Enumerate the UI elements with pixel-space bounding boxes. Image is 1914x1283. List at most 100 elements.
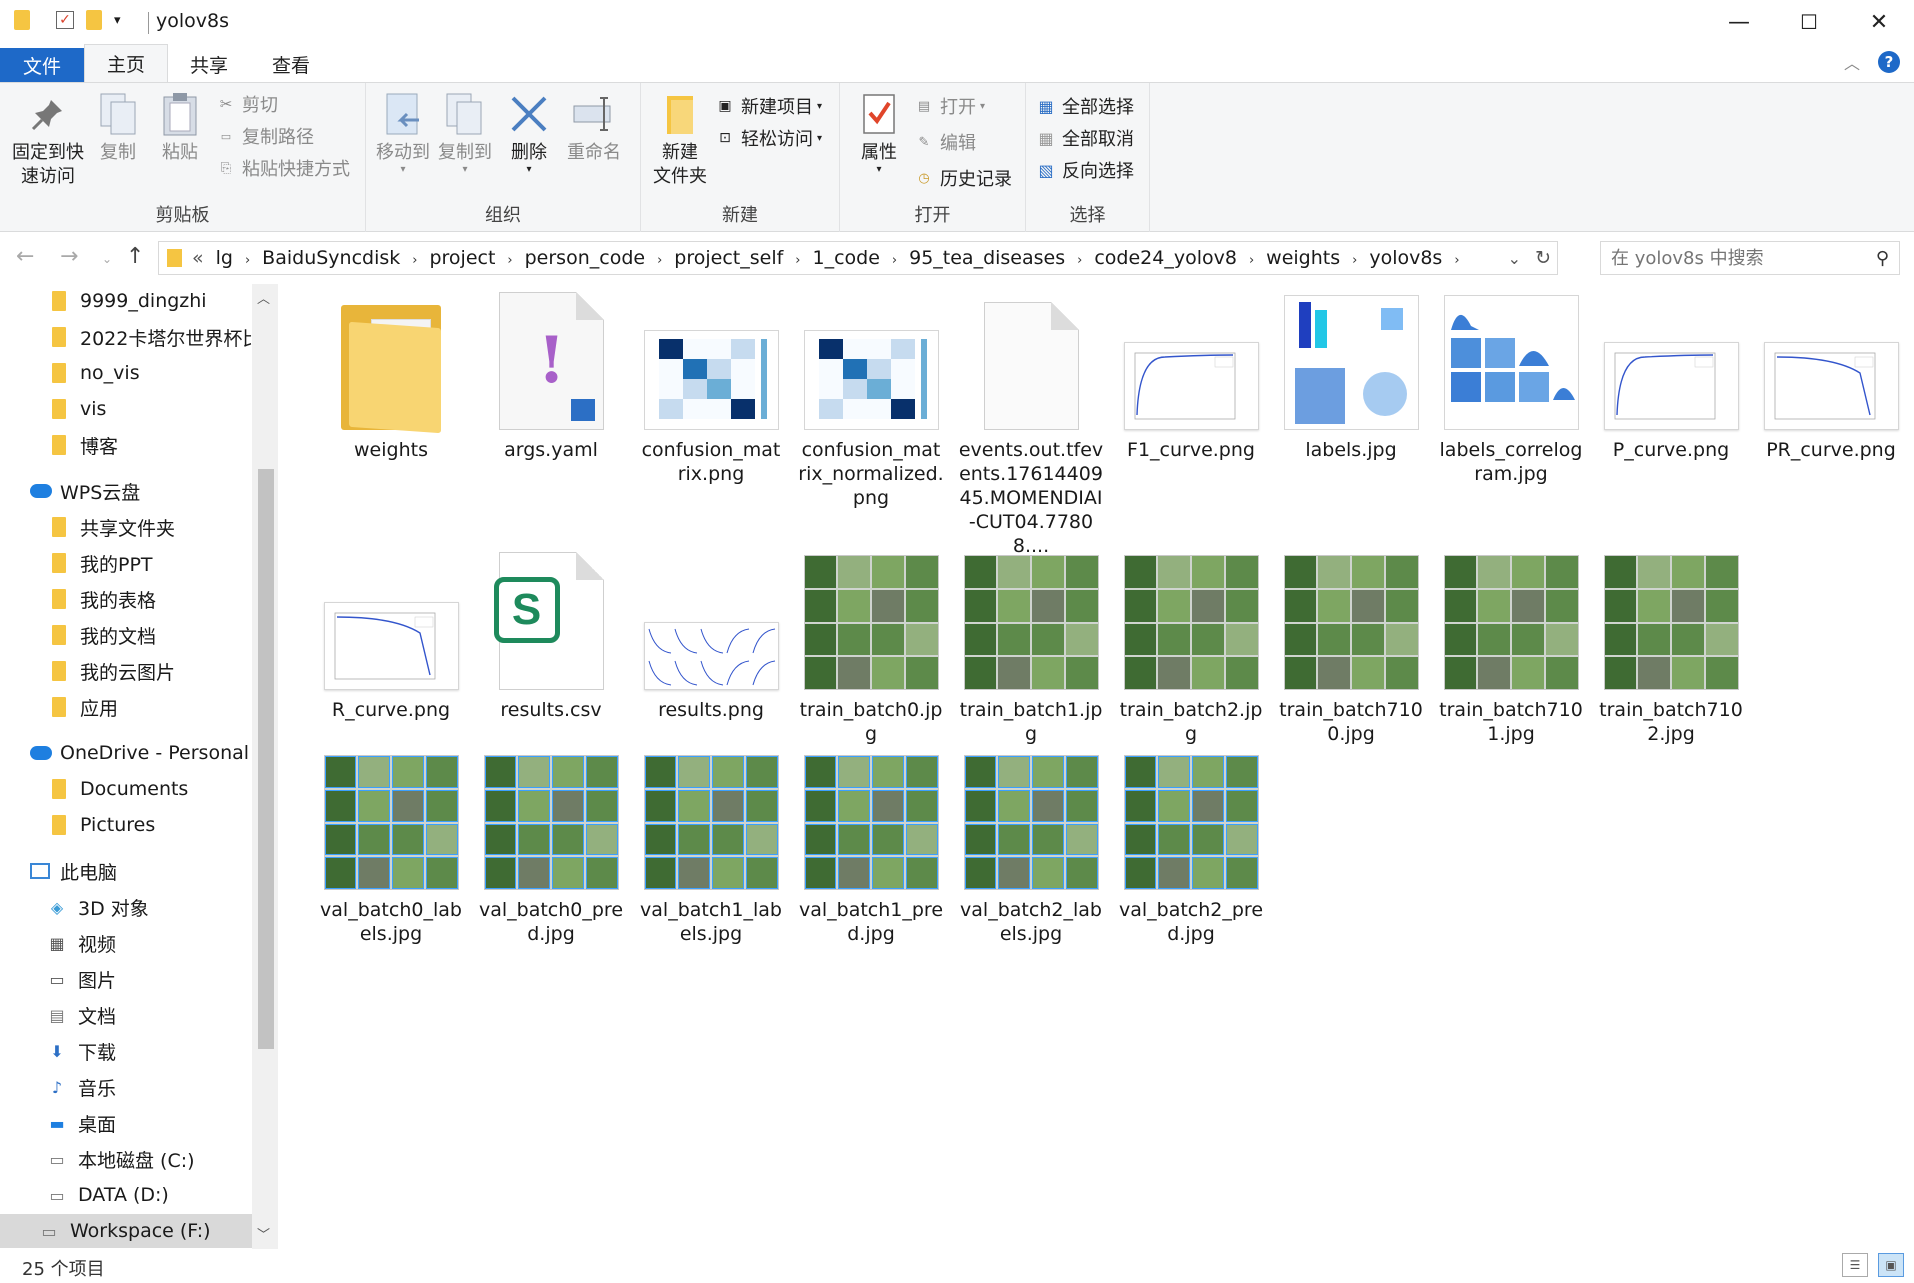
address-overflow-icon[interactable]: « [192, 247, 204, 269]
breadcrumb-item[interactable]: BaiduSyncdisk [262, 247, 400, 269]
breadcrumb-chevron-icon[interactable]: › [245, 253, 250, 268]
up-arrow-icon[interactable]: ↑ [126, 244, 144, 269]
breadcrumb-chevron-icon[interactable]: › [507, 253, 512, 268]
close-button[interactable]: ✕ [1844, 0, 1914, 44]
sidebar-item[interactable]: 我的文档 [52, 618, 156, 652]
breadcrumb-chevron-icon[interactable]: › [657, 253, 662, 268]
properties-quick-icon[interactable]: ✓ [56, 11, 74, 29]
address-dropdown-icon[interactable]: ⌄ [1508, 249, 1521, 268]
breadcrumb-chevron-icon[interactable]: › [1454, 253, 1459, 268]
sidebar-item[interactable]: 我的PPT [52, 546, 153, 580]
open-button[interactable]: ▤ 打开 ▾ [914, 91, 985, 121]
breadcrumb-item[interactable]: 1_code [812, 247, 879, 269]
sidebar-item[interactable]: 应用 [52, 690, 118, 724]
address-bar[interactable]: « lg › BaiduSyncdisk › project › person_code › p… [158, 241, 1558, 275]
breadcrumb-item[interactable]: person_code [525, 247, 645, 269]
file-item[interactable]: labels.jpg [1276, 290, 1426, 462]
sidebar-item[interactable]: ▬ 桌面 [48, 1106, 116, 1140]
forward-arrow-icon[interactable]: → [60, 244, 78, 269]
move-to-button[interactable]: 移动到 ▾ [374, 91, 432, 175]
sidebar-item[interactable]: ▭ 图片 [48, 962, 116, 996]
breadcrumb-item[interactable]: project [429, 247, 495, 269]
sidebar-item[interactable]: ▤ 文档 [48, 998, 116, 1032]
back-arrow-icon[interactable]: ← [16, 244, 34, 269]
details-view-icon[interactable]: ☰ [1842, 1253, 1868, 1277]
maximize-button[interactable]: ☐ [1774, 0, 1844, 44]
sidebar-item[interactable]: OneDrive - Personal [30, 736, 249, 770]
breadcrumb-item[interactable]: yolov8s [1369, 247, 1442, 269]
search-box[interactable]: ⚲ [1600, 241, 1900, 275]
file-item[interactable]: PR_curve.png [1756, 290, 1906, 462]
recent-locations-icon[interactable]: ⌄ [102, 252, 112, 266]
copy-button[interactable]: 复制 [92, 91, 144, 165]
sidebar-item[interactable]: ▭ 本地磁盘 (C:) [48, 1142, 194, 1176]
file-item[interactable]: labels_correlogram.jpg [1436, 290, 1586, 486]
file-item[interactable]: val_batch0_labels.jpg [316, 750, 466, 946]
file-item[interactable]: train_batch1.jpg [956, 550, 1106, 746]
sidebar-item[interactable]: 2022卡塔尔世界杯比赛 [52, 320, 278, 354]
tab-file[interactable]: 文件 [0, 48, 84, 82]
file-item[interactable]: Sresults.csv [476, 550, 626, 722]
new-item-button[interactable]: ▣ 新建项目 ▾ [715, 91, 822, 121]
large-icons-view-icon[interactable]: ▣ [1878, 1253, 1904, 1277]
file-item[interactable]: weights [316, 290, 466, 462]
tab-view[interactable]: 查看 [250, 46, 332, 82]
sidebar-item[interactable]: ▭ DATA (D:) [48, 1178, 168, 1212]
history-button[interactable]: ◷ 历史记录 [914, 163, 1012, 193]
easy-access-button[interactable]: ⊡ 轻松访问 ▾ [715, 123, 822, 153]
rename-button[interactable]: 重命名 [562, 91, 626, 165]
new-folder-button[interactable]: 新建 文件夹 [647, 91, 713, 189]
file-item[interactable]: train_batch7102.jpg [1596, 550, 1746, 746]
breadcrumb-chevron-icon[interactable]: › [1249, 253, 1254, 268]
sidebar-item[interactable]: ♪ 音乐 [48, 1070, 116, 1104]
minimize-button[interactable]: — [1704, 0, 1774, 44]
sidebar-scrollbar[interactable]: ︿ ﹀ [252, 284, 278, 1249]
sidebar-item[interactable]: 此电脑 [30, 854, 117, 888]
breadcrumb-item[interactable]: code24_yolov8 [1094, 247, 1237, 269]
file-item[interactable]: confusion_matrix_normalized.png [796, 290, 946, 510]
tab-share[interactable]: 共享 [168, 46, 250, 82]
file-item[interactable]: train_batch0.jpg [796, 550, 946, 746]
file-item[interactable]: val_batch1_labels.jpg [636, 750, 786, 946]
sidebar-item[interactable]: ▭ Workspace (F:) [0, 1214, 252, 1248]
file-item[interactable]: train_batch2.jpg [1116, 550, 1266, 746]
paste-button[interactable]: 粘贴 [154, 91, 206, 165]
breadcrumb-item[interactable]: 95_tea_diseases [909, 247, 1065, 269]
invert-selection-button[interactable]: ▧ 反向选择 [1036, 155, 1134, 185]
file-item[interactable]: val_batch2_labels.jpg [956, 750, 1106, 946]
breadcrumb-chevron-icon[interactable]: › [795, 253, 800, 268]
scroll-down-icon[interactable]: ﹀ [257, 1224, 270, 1243]
sidebar-item[interactable]: 我的云图片 [52, 654, 175, 688]
scroll-up-icon[interactable]: ︿ [257, 288, 270, 307]
file-item[interactable]: events.out.tfevents.1761440945.MOMENDIAI… [956, 290, 1106, 558]
properties-button[interactable]: 属性 ▾ [854, 91, 904, 175]
tab-home[interactable]: 主页 [84, 44, 169, 82]
select-none-button[interactable]: ▦ 全部取消 [1036, 123, 1134, 153]
select-all-button[interactable]: ▦ 全部选择 [1036, 91, 1134, 121]
file-item[interactable]: ! args.yaml [476, 290, 626, 462]
breadcrumb-item[interactable]: weights [1266, 247, 1340, 269]
sidebar-item[interactable]: ▦ 视频 [48, 926, 116, 960]
sidebar-item[interactable]: ◈ 3D 对象 [48, 890, 149, 924]
breadcrumb-item[interactable]: project_self [674, 247, 783, 269]
sidebar-item[interactable]: 9999_dingzhi📌 [52, 284, 207, 318]
help-icon[interactable]: ? [1878, 51, 1900, 73]
file-item[interactable]: val_batch0_pred.jpg [476, 750, 626, 946]
breadcrumb-chevron-icon[interactable]: › [412, 253, 417, 268]
sidebar-item[interactable]: no_vis [52, 356, 140, 390]
customize-quick-access-icon[interactable]: ▾ [114, 13, 121, 28]
search-icon[interactable]: ⚲ [1876, 248, 1889, 269]
sidebar-item[interactable]: ⬇ 下载 [48, 1034, 116, 1068]
sidebar-item[interactable]: Documents [52, 772, 188, 806]
cut-button[interactable]: ✂ 剪切 [216, 89, 278, 119]
breadcrumb-chevron-icon[interactable]: › [1352, 253, 1357, 268]
paste-shortcut-button[interactable]: ⎘ 粘贴快捷方式 [216, 153, 350, 183]
sidebar-item[interactable]: 博客 [52, 428, 118, 462]
file-item[interactable]: R_curve.png [316, 550, 466, 722]
copy-to-button[interactable]: 复制到 ▾ [436, 91, 494, 175]
sidebar-scroll-thumb[interactable] [258, 469, 274, 1049]
copy-path-button[interactable]: ▭ 复制路径 [216, 121, 314, 151]
delete-button[interactable]: 删除 ▾ [504, 91, 554, 175]
file-item[interactable]: val_batch2_pred.jpg [1116, 750, 1266, 946]
breadcrumb-chevron-icon[interactable]: › [1077, 253, 1082, 268]
